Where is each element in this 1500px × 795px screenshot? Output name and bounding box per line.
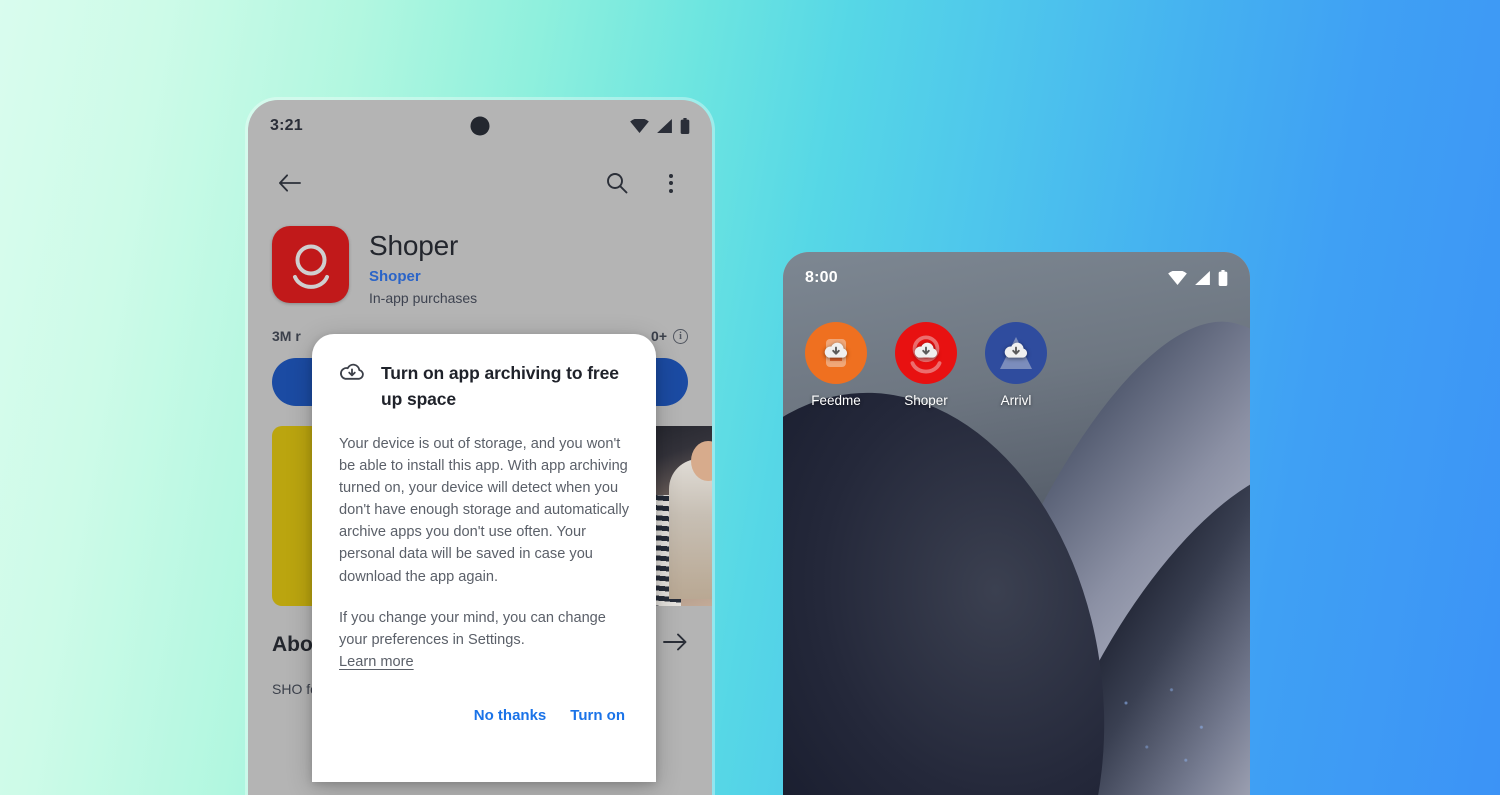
arrivl-app-label: Arrivl	[1000, 393, 1032, 408]
status-bar-system-icons-right	[1168, 270, 1228, 286]
cloud-download-icon	[912, 340, 940, 367]
app-developer-link[interactable]: Shoper	[369, 268, 477, 285]
home-screen-content: Feedme Shoper Arrivl	[783, 304, 1250, 795]
screenshot-canvas: 3:21 Shoper Shoper In-app purchases 3M r…	[0, 0, 1500, 795]
signal-icon	[657, 119, 672, 133]
home-app-arrivl[interactable]: Arrivl	[985, 322, 1047, 408]
feedme-app-icon[interactable]	[805, 322, 867, 384]
arrow-forward-icon	[663, 633, 687, 651]
status-bar-left: 3:21	[248, 100, 712, 152]
battery-icon	[680, 118, 690, 134]
no-thanks-button[interactable]: No thanks	[470, 699, 551, 732]
search-button[interactable]	[600, 166, 634, 200]
wifi-icon	[1168, 271, 1187, 285]
dialog-paragraph-1: Your device is out of storage, and you w…	[339, 435, 630, 585]
back-button[interactable]	[272, 166, 306, 200]
cloud-download-icon	[1002, 340, 1030, 367]
status-bar-system-icons	[630, 118, 690, 134]
learn-more-link[interactable]: Learn more	[339, 651, 414, 673]
app-archiving-dialog: Turn on app archiving to free up space Y…	[312, 334, 656, 782]
info-icon[interactable]: i	[673, 328, 688, 344]
status-bar-clock: 3:21	[270, 117, 303, 134]
cloud-download-icon	[339, 360, 365, 388]
downloads-value: 0+	[651, 328, 667, 345]
dialog-title: Turn on app archiving to free up space	[381, 363, 619, 410]
shoper-app-icon	[272, 226, 349, 303]
status-bar-clock-right: 8:00	[805, 269, 838, 286]
search-icon	[607, 173, 628, 194]
signal-icon	[1195, 271, 1210, 285]
front-camera-punchhole	[470, 116, 490, 136]
app-header-text: Shoper Shoper In-app purchases	[369, 226, 477, 306]
overflow-menu-button[interactable]	[654, 166, 688, 200]
dialog-paragraph-2-text: If you change your mind, you can change …	[339, 609, 606, 648]
feedme-app-label: Feedme	[811, 393, 861, 408]
arrivl-app-icon[interactable]	[985, 322, 1047, 384]
downloads-stat: 0+ i	[651, 328, 688, 344]
dialog-header: Turn on app archiving to free up space	[339, 360, 629, 413]
dialog-body: Your device is out of storage, and you w…	[339, 433, 629, 674]
in-app-purchases-label: In-app purchases	[369, 290, 478, 307]
turn-on-button[interactable]: Turn on	[566, 699, 629, 732]
shoper-app-icon-home[interactable]	[895, 322, 957, 384]
battery-icon	[1218, 270, 1228, 286]
play-store-app-bar	[248, 152, 712, 214]
dialog-actions: No thanks Turn on	[339, 699, 629, 732]
status-bar-right: 8:00	[783, 252, 1250, 304]
phone-right-home-screen: 8:00 Feedme Shoper Arrivl	[783, 252, 1250, 795]
home-app-feedme[interactable]: Feedme	[805, 322, 867, 408]
app-header: Shoper Shoper In-app purchases	[248, 214, 712, 306]
shoper-logo-icon	[292, 244, 329, 289]
app-title: Shoper	[369, 230, 459, 261]
about-forward-button[interactable]	[662, 632, 688, 657]
cloud-download-icon	[822, 340, 850, 367]
reviews-stat: 3M r	[272, 328, 301, 345]
dialog-paragraph-2: If you change your mind, you can change …	[339, 607, 629, 674]
home-app-grid: Feedme Shoper Arrivl	[783, 304, 1250, 408]
back-arrow-icon	[278, 174, 301, 192]
home-app-shoper[interactable]: Shoper	[895, 322, 957, 408]
more-vert-icon	[669, 173, 673, 193]
shoper-app-label: Shoper	[904, 393, 948, 408]
wifi-icon	[630, 119, 649, 133]
